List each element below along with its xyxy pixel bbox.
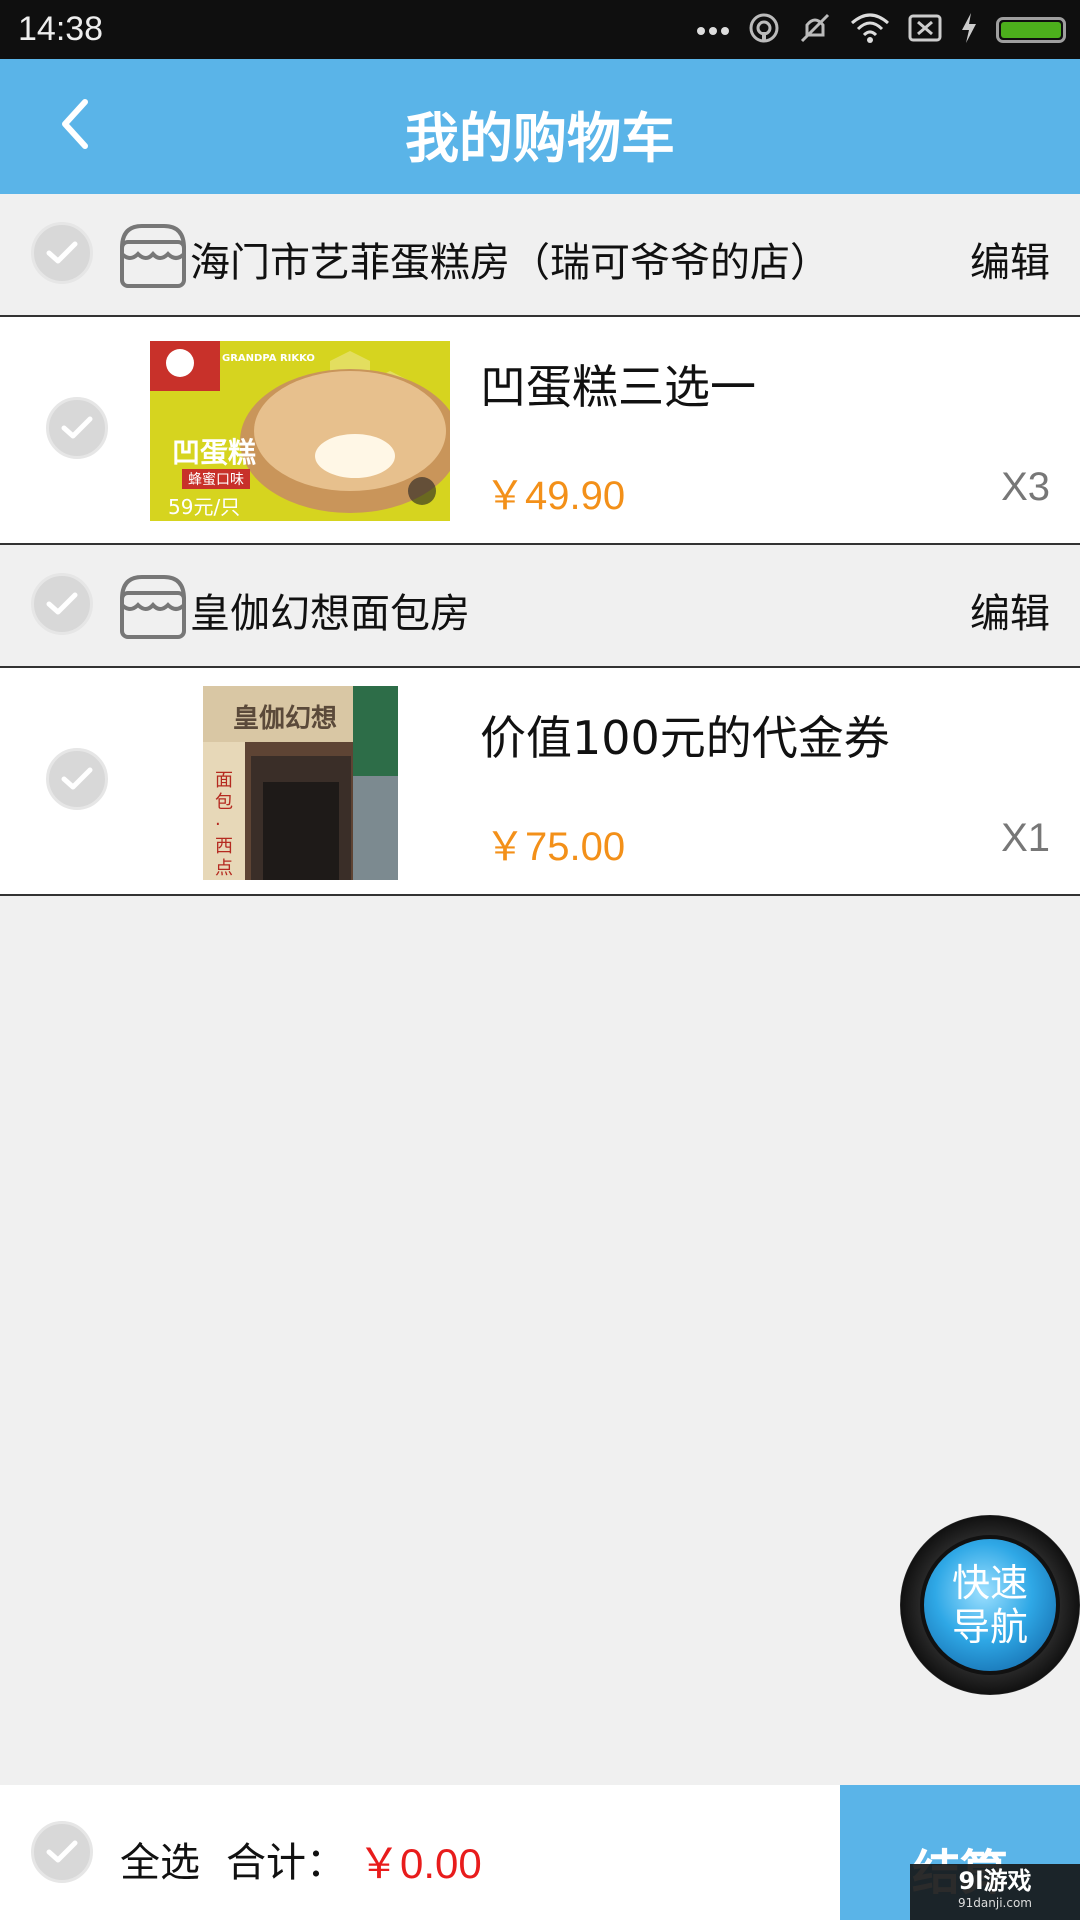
item-quantity: X3 [1001, 465, 1050, 509]
cart-item[interactable]: 皇伽幻想 面包·西点·蛋 价值100元的代金券 ￥75.00 X1 [0, 668, 1080, 896]
quick-nav-line1: 快速 [951, 1561, 1028, 1605]
item-price: ￥49.90 [485, 474, 626, 518]
total-label: 合计： [226, 1840, 346, 1886]
shop-header: 皇伽幻想面包房 编辑 [0, 545, 1080, 668]
product-image-brand: GRANDPA RIKKO [222, 353, 315, 364]
status-time: 14:38 [18, 10, 104, 48]
more-icon [696, 21, 730, 40]
shop-icon [120, 224, 186, 288]
item-name[interactable]: 凹蛋糕三选一 [480, 351, 756, 417]
product-image-sub: 蜂蜜口味 [182, 469, 250, 489]
edit-button[interactable]: 编辑 [970, 581, 1050, 639]
item-quantity: X1 [1001, 816, 1050, 860]
shop-name[interactable]: 海门市艺菲蛋糕房（瑞可爷爷的店） [190, 230, 830, 288]
item-name[interactable]: 价值100元的代金券 [480, 702, 890, 768]
shop-icon [120, 575, 186, 639]
product-image[interactable]: GRANDPA RIKKO 凹蛋糕 蜂蜜口味 59元/只 [150, 341, 450, 521]
item-price: ￥75.00 [485, 825, 626, 869]
check-icon [46, 241, 78, 264]
shop-header: 海门市艺菲蛋糕房（瑞可爷爷的店） 编辑 [0, 194, 1080, 317]
shop-select-checkbox[interactable] [31, 573, 93, 635]
watermark: 9l游戏 91danji.com [910, 1864, 1080, 1920]
product-image-sign: 皇伽幻想 [233, 704, 338, 734]
shop-name[interactable]: 皇伽幻想面包房 [190, 581, 470, 639]
total-amount: ￥0.00 [358, 1840, 482, 1887]
check-icon [46, 1840, 78, 1863]
watermark-text: 9l游戏 [958, 1867, 1032, 1895]
no-sim-icon [908, 14, 942, 46]
item-select-checkbox[interactable] [46, 748, 108, 810]
quick-nav-line2: 导航 [951, 1605, 1028, 1649]
product-image-side-text: 面包·西点·蛋 [215, 770, 233, 879]
shop-select-checkbox[interactable] [31, 222, 93, 284]
page-title: 我的购物车 [405, 107, 675, 170]
status-icons [696, 10, 1066, 50]
watermark-sub: 91danji.com [958, 1896, 1032, 1910]
quick-nav-face: 快速 导航 [920, 1535, 1060, 1675]
product-image-price-tag: 59元/只 [168, 495, 241, 519]
check-icon [61, 767, 93, 790]
wifi-icon [850, 13, 890, 47]
product-image-tag: 凹蛋糕 [172, 436, 257, 469]
select-all-checkbox[interactable] [31, 1821, 93, 1883]
mute-icon [798, 11, 832, 49]
status-bar: 14:38 [0, 0, 1080, 59]
check-icon [61, 416, 93, 439]
cart-item[interactable]: GRANDPA RIKKO 凹蛋糕 蜂蜜口味 59元/只 凹蛋糕三选一 ￥49.… [0, 317, 1080, 545]
hotspot-icon [748, 12, 780, 48]
check-icon [46, 592, 78, 615]
product-image[interactable]: 皇伽幻想 面包·西点·蛋 [203, 686, 398, 880]
quick-nav-button[interactable]: 快速 导航 [900, 1515, 1080, 1695]
item-select-checkbox[interactable] [46, 397, 108, 459]
bottom-bar: 全选 合计： ￥0.00 结算 9l游戏 91danji.com [0, 1785, 1080, 1920]
charging-icon [960, 13, 978, 47]
battery-icon [996, 17, 1066, 43]
app-header: 我的购物车 [0, 59, 1080, 194]
edit-button[interactable]: 编辑 [970, 230, 1050, 288]
select-all-label[interactable]: 全选 [120, 1830, 200, 1888]
